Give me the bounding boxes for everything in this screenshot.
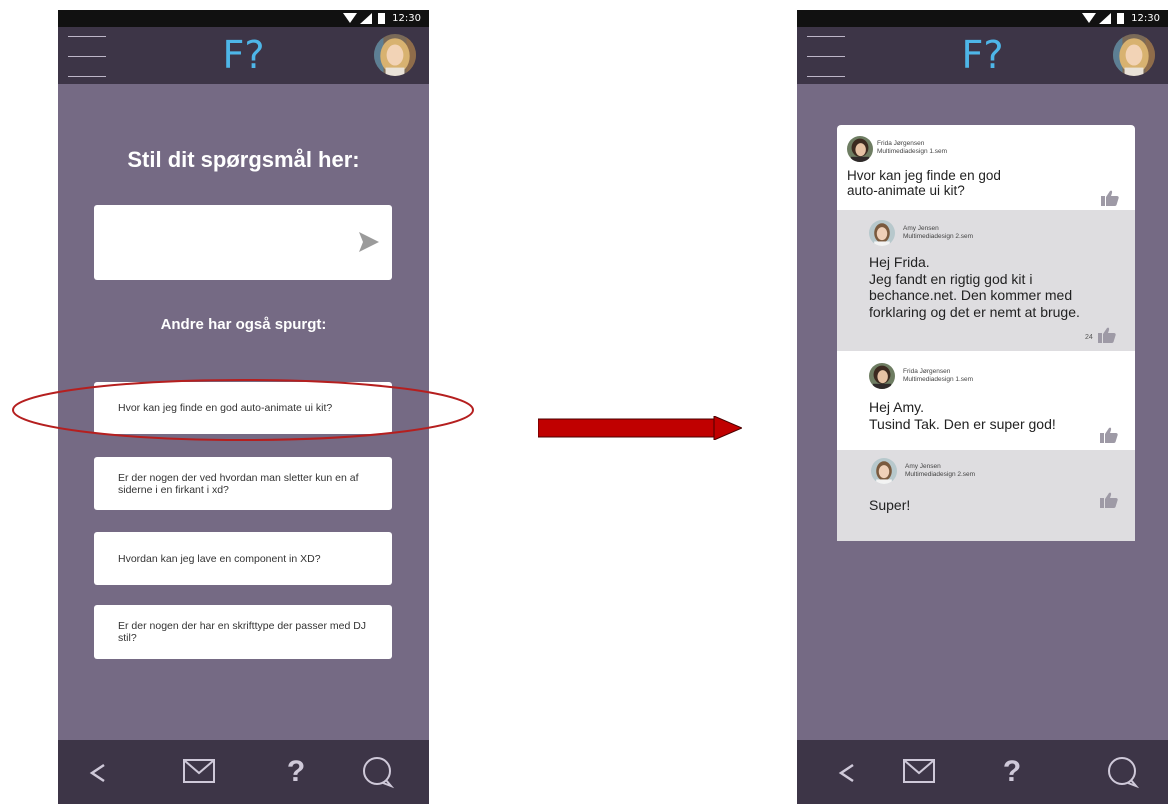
- question-card[interactable]: Er der nogen der ved hvordan man sletter…: [94, 457, 392, 510]
- back-icon[interactable]: [76, 752, 120, 792]
- status-bar: 12:30: [797, 10, 1168, 27]
- question-post: Frida Jørgensen Multimediadesign 1.sem H…: [837, 125, 1135, 210]
- question-text: Er der nogen der har en skrifttype der p…: [118, 620, 367, 644]
- avatar: [871, 458, 897, 484]
- author-name: Frida Jørgensen: [903, 368, 951, 375]
- question-card[interactable]: Er der nogen der har en skrifttype der p…: [94, 605, 392, 659]
- question-text: Hvordan kan jeg lave en component in XD?: [118, 552, 321, 565]
- app-bar: F?: [797, 27, 1168, 84]
- avatar: [869, 220, 895, 246]
- transition-arrow-icon: [538, 416, 742, 440]
- profile-avatar[interactable]: [374, 34, 416, 76]
- others-asked-title: Andre har også spurgt:: [160, 316, 327, 333]
- post-text: Hvor kan jeg finde en god auto-animate u…: [847, 168, 1001, 198]
- status-time: 12:30: [1131, 13, 1160, 24]
- question-text: Er der nogen der ved hvordan man sletter…: [118, 471, 359, 496]
- like-count: 24: [1085, 334, 1093, 341]
- author-name: Amy Jensen: [903, 225, 939, 232]
- question-card[interactable]: Hvordan kan jeg lave en component in XD?: [94, 532, 392, 585]
- send-icon[interactable]: [358, 229, 380, 255]
- question-input[interactable]: [104, 225, 348, 261]
- author-course: Multimediadesign 2.sem: [903, 233, 974, 240]
- post-text: Super!: [869, 497, 911, 513]
- like-icon[interactable]: [1098, 327, 1116, 343]
- chat-icon[interactable]: [1100, 752, 1144, 792]
- like-icon[interactable]: [1100, 492, 1118, 508]
- author-course: Multimediadesign 1.sem: [903, 376, 974, 383]
- question-icon[interactable]: ?: [274, 752, 318, 792]
- like-icon[interactable]: [1100, 427, 1118, 443]
- avatar: [847, 136, 873, 162]
- author-name: Frida Jørgensen: [877, 140, 925, 147]
- phone-screen-thread: 12:30 F? Frida Jørgensen Multimediadesig…: [797, 10, 1168, 804]
- author-course: Multimediadesign 1.sem: [877, 148, 948, 155]
- reply-post: Amy Jensen Multimediadesign 2.sem Super!: [837, 450, 1135, 541]
- question-box: [94, 205, 392, 280]
- author-course: Multimediadesign 2.sem: [905, 471, 976, 478]
- chat-icon[interactable]: [355, 752, 399, 792]
- post-text: Hej Amy. Tusind Tak. Den er super god!: [869, 399, 1056, 432]
- back-icon[interactable]: [825, 752, 869, 792]
- author-name: Amy Jensen: [905, 463, 941, 470]
- bottom-nav: ?: [58, 740, 429, 804]
- mail-icon[interactable]: [897, 752, 941, 792]
- question-thread: Frida Jørgensen Multimediadesign 1.sem H…: [837, 125, 1135, 541]
- reply-post: Amy Jensen Multimediadesign 2.sem Hej Fr…: [837, 210, 1135, 351]
- avatar: [869, 363, 895, 389]
- post-text: Hej Frida. Jeg fandt en rigtig god kit i…: [869, 254, 1080, 320]
- bottom-nav: ?: [797, 740, 1168, 804]
- reply-post: Frida Jørgensen Multimediadesign 1.sem H…: [837, 351, 1135, 450]
- profile-avatar[interactable]: [1113, 34, 1155, 76]
- question-icon[interactable]: ?: [990, 752, 1034, 792]
- ask-title: Stil dit spørgsmål her:: [127, 147, 360, 172]
- signal-battery-icon: [1082, 12, 1126, 25]
- highlight-ellipse: [12, 379, 474, 441]
- like-icon[interactable]: [1101, 190, 1119, 206]
- mail-icon[interactable]: [177, 752, 221, 792]
- signal-battery-icon: [343, 12, 387, 25]
- status-bar: 12:30: [58, 10, 429, 27]
- status-time: 12:30: [392, 13, 421, 24]
- app-bar: F?: [58, 27, 429, 84]
